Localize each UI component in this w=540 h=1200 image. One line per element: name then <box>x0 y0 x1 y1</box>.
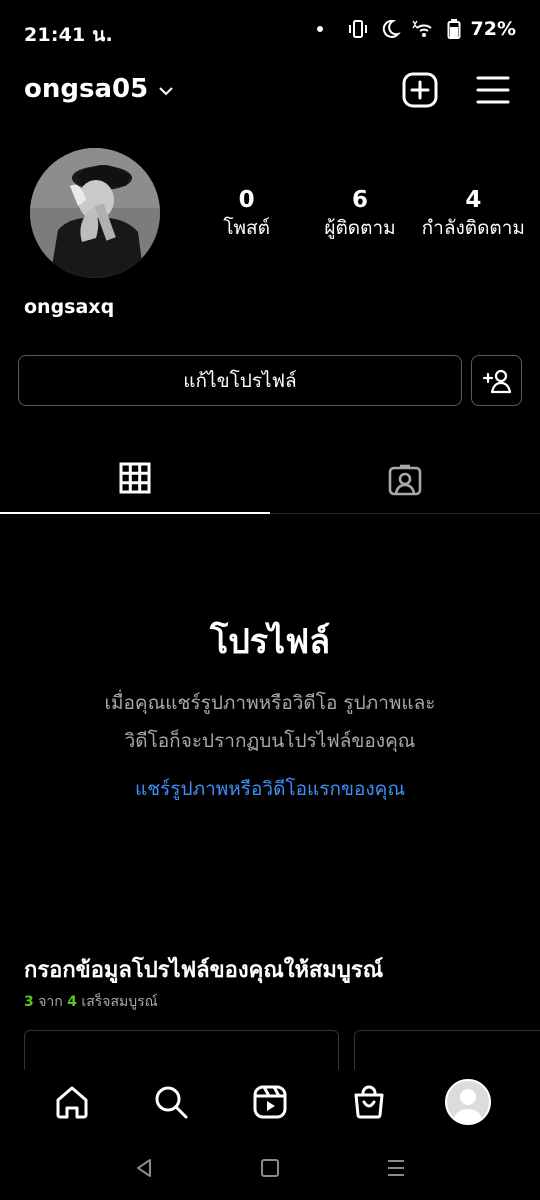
chevron-down-icon <box>158 74 174 104</box>
back-triangle-icon[interactable] <box>133 1157 155 1183</box>
empty-state-description: เมื่อคุณแชร์รูปภาพหรือวิดีโอ รูปภาพและวิ… <box>104 692 436 752</box>
followers-label: ผู้ติดตาม <box>324 217 396 239</box>
notification-dot-icon <box>316 26 323 32</box>
vibrate-icon <box>347 18 369 40</box>
stat-followers[interactable]: 6 ผู้ติดตาม <box>303 186 416 242</box>
battery-percentage: 72% <box>470 18 516 40</box>
discover-people-button[interactable] <box>471 355 522 406</box>
nav-reels[interactable] <box>240 1072 300 1132</box>
posts-count: 0 <box>238 187 255 213</box>
complete-profile-section: กรอกข้อมูลโปรไฟล์ของคุณให้สมบูรณ์ 3 จาก … <box>24 952 540 1013</box>
android-navigation-bar <box>0 1140 540 1200</box>
share-first-post-link[interactable]: แชร์รูปภาพหรือวิดีโอแรกของคุณ <box>0 774 540 804</box>
complete-profile-card[interactable] <box>354 1030 540 1070</box>
reels-icon <box>253 1085 287 1119</box>
battery-icon <box>447 18 461 40</box>
nav-profile[interactable] <box>438 1072 498 1132</box>
add-person-icon <box>482 369 511 393</box>
shop-icon <box>354 1085 384 1119</box>
stat-posts[interactable]: 0 โพสต์ <box>190 186 303 242</box>
tab-posts-grid[interactable] <box>0 448 270 514</box>
edit-profile-button[interactable]: แก้ไขโปรไฟล์ <box>18 355 462 406</box>
display-name: ongsaxq <box>24 296 115 318</box>
profile-header: 0 โพสต์ 6 ผู้ติดตาม 4 กำลังติดตาม <box>0 148 540 288</box>
profile-top-bar: ongsa05 <box>0 70 540 114</box>
status-icons: 72% <box>316 18 516 40</box>
empty-state-title: โปรไฟล์ <box>209 622 331 662</box>
complete-profile-cards <box>24 1030 540 1070</box>
complete-profile-card[interactable] <box>24 1030 339 1070</box>
profile-avatar[interactable] <box>30 148 160 278</box>
profile-avatar-icon <box>445 1079 492 1125</box>
menu-icon <box>476 76 510 104</box>
menu-button[interactable] <box>476 72 510 108</box>
stat-following[interactable]: 4 กำลังติดตาม <box>417 186 530 242</box>
search-icon <box>155 1086 188 1119</box>
tab-tagged[interactable] <box>270 448 540 514</box>
posts-label: โพสต์ <box>223 217 270 239</box>
home-icon <box>56 1086 88 1119</box>
username-label: ongsa05 <box>24 74 149 104</box>
new-post-button[interactable] <box>402 72 438 108</box>
nav-home[interactable] <box>42 1072 102 1132</box>
status-time: 21:41 น. <box>24 24 113 46</box>
progress-of-label: จาก <box>38 994 63 1010</box>
nav-search[interactable] <box>141 1072 201 1132</box>
following-label: กำลังติดตาม <box>421 217 525 239</box>
progress-done: 3 <box>24 994 34 1010</box>
profile-tabs <box>0 448 540 514</box>
profile-stats: 0 โพสต์ 6 ผู้ติดตาม 4 กำลังติดตาม <box>190 186 530 242</box>
do-not-disturb-moon-icon <box>379 18 401 40</box>
home-square-icon[interactable] <box>260 1158 280 1182</box>
complete-profile-title: กรอกข้อมูลโปรไฟล์ของคุณให้สมบูรณ์ <box>24 958 384 983</box>
progress-total: 4 <box>67 994 77 1010</box>
recents-lines-icon[interactable] <box>385 1157 407 1183</box>
followers-count: 6 <box>351 187 368 213</box>
plus-square-icon <box>402 72 438 108</box>
following-count: 4 <box>465 187 482 213</box>
tagged-icon <box>388 464 422 496</box>
grid-icon <box>119 462 151 494</box>
wifi-icon <box>411 18 437 40</box>
status-bar: 21:41 น. 72% <box>0 0 540 62</box>
empty-profile-state: โปรไฟล์ เมื่อคุณแชร์รูปภาพหรือวิดีโอ รูป… <box>0 620 540 804</box>
progress-done-label: เสร็จสมบูรณ์ <box>81 994 158 1010</box>
profile-actions: แก้ไขโปรไฟล์ <box>18 355 522 406</box>
bottom-navigation <box>0 1070 540 1134</box>
complete-profile-progress: 3 จาก 4 เสร็จสมบูรณ์ <box>24 991 540 1013</box>
account-switcher[interactable]: ongsa05 <box>24 74 174 104</box>
nav-shop[interactable] <box>339 1072 399 1132</box>
